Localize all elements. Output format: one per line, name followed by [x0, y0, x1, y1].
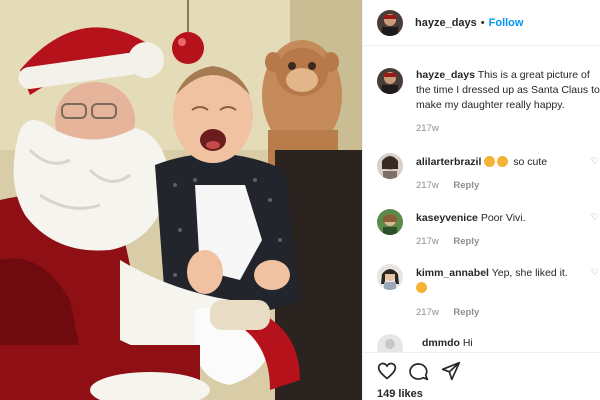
- comment-username[interactable]: kaseyvenice: [416, 212, 478, 224]
- commenter-avatar[interactable]: [377, 334, 403, 352]
- smiley-emoji-icon: [484, 156, 496, 167]
- comment-timestamp[interactable]: 217w: [416, 307, 439, 318]
- santa-with-crying-baby-photo: [0, 0, 362, 400]
- action-bar: [377, 361, 461, 381]
- author-avatar[interactable]: [377, 9, 403, 36]
- comment-icon[interactable]: [409, 361, 429, 381]
- reply-button[interactable]: Reply: [453, 307, 479, 318]
- post-photo[interactable]: [0, 0, 362, 400]
- commenter-avatar[interactable]: [377, 153, 403, 179]
- reply-button[interactable]: Reply: [453, 180, 479, 191]
- commenter-avatar[interactable]: [377, 264, 403, 290]
- likes-count[interactable]: 149 likes: [377, 388, 423, 400]
- comment-text: so cute: [513, 156, 548, 168]
- caption-author-avatar[interactable]: [377, 68, 403, 94]
- heart-icon[interactable]: [377, 361, 397, 381]
- reply-button[interactable]: Reply: [453, 236, 479, 247]
- post-actions-footer: 149 likes: [363, 352, 600, 400]
- follow-button[interactable]: Follow: [489, 17, 524, 29]
- small-heart-icon[interactable]: ♡: [591, 156, 599, 167]
- comment-text: Yep, she liked it.: [491, 267, 568, 279]
- comment-timestamp[interactable]: 217w: [416, 236, 439, 247]
- share-icon[interactable]: [441, 361, 461, 381]
- comment-text: Poor Vivi.: [480, 212, 526, 224]
- commenter-avatar[interactable]: [377, 209, 403, 235]
- comments-list[interactable]: hayze_days This is a great picture of th…: [363, 46, 600, 352]
- caption-username[interactable]: hayze_days: [416, 69, 475, 81]
- small-heart-icon[interactable]: ♡: [591, 212, 599, 223]
- comment-username[interactable]: kimm_annabel: [416, 267, 489, 279]
- comment-username[interactable]: alilarterbrazil: [416, 156, 481, 168]
- caption-timestamp[interactable]: 217w: [416, 123, 439, 134]
- post-side-panel: hayze_days • Follow hayze_days This is a…: [362, 0, 600, 400]
- small-heart-icon[interactable]: ♡: [591, 267, 599, 278]
- post-header: hayze_days • Follow: [363, 0, 600, 46]
- laughing-emoji-icon: [416, 282, 427, 293]
- comment-timestamp[interactable]: 217w: [416, 180, 439, 191]
- separator-dot: •: [480, 16, 485, 29]
- author-username[interactable]: hayze_days: [415, 17, 477, 29]
- smiley-emoji-icon: [497, 156, 509, 167]
- comment-username[interactable]: dmmdo: [422, 337, 460, 349]
- comment-text: Hi: [462, 337, 473, 349]
